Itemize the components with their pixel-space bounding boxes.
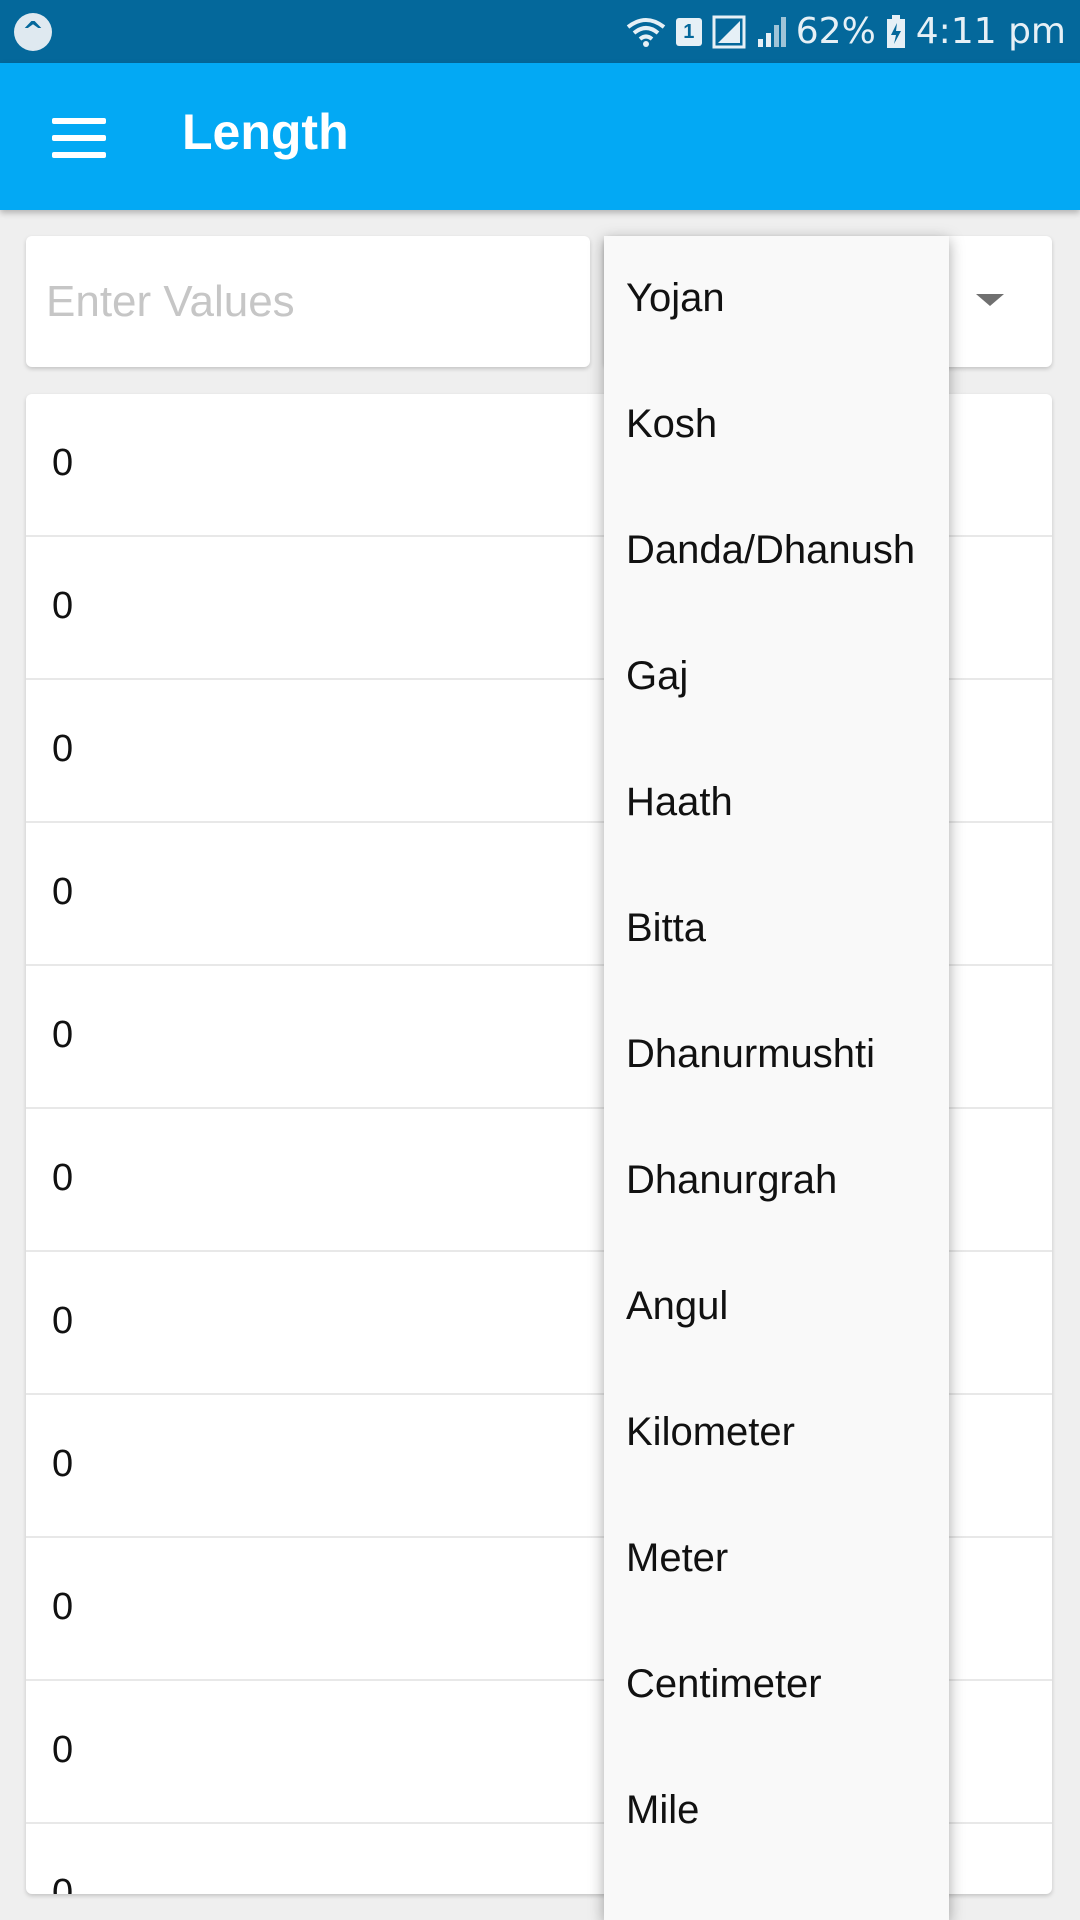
dropdown-option-label: Danda/Dhanush xyxy=(626,528,916,572)
result-value: 0 xyxy=(52,1300,74,1342)
dropdown-option-label: Kosh xyxy=(626,402,718,446)
page-title: Length xyxy=(182,104,349,160)
dropdown-option-label: Meter xyxy=(626,1536,729,1580)
dropdown-option-label: Yojan xyxy=(626,276,725,320)
result-value: 0 xyxy=(52,585,74,627)
result-value: 0 xyxy=(52,1157,74,1199)
sim-icon: 1 xyxy=(675,17,702,46)
result-value: 0 xyxy=(52,1872,74,1894)
dropdown-caret-icon[interactable] xyxy=(976,294,1004,306)
dropdown-option[interactable]: Centimeter xyxy=(604,1622,949,1748)
signal-icon xyxy=(757,16,786,47)
result-value: 0 xyxy=(52,728,74,770)
dropdown-option[interactable]: Kosh xyxy=(604,362,949,488)
clock: 4:11 pm xyxy=(915,11,1066,52)
signal-icon xyxy=(712,15,746,48)
result-value: 0 xyxy=(52,1586,74,1628)
dropdown-option[interactable]: Haath xyxy=(604,740,949,866)
unit-dropdown-menu[interactable]: Yojan Kosh Danda/Dhanush Gaj Haath Bitta Dhanu… xyxy=(604,236,949,1920)
battery-icon xyxy=(886,14,905,48)
dropdown-option-label: Haath xyxy=(626,780,733,824)
dropdown-option-label: Angul xyxy=(626,1284,729,1328)
app-bar: Length xyxy=(0,63,1080,210)
dropdown-option[interactable]: Danda/Dhanush xyxy=(604,488,949,614)
result-value: 0 xyxy=(52,1729,74,1771)
dropdown-option-label: Dhanurgrah xyxy=(626,1158,838,1202)
dropdown-option-label: Mile xyxy=(626,1788,700,1832)
value-input-card xyxy=(26,236,590,367)
app-notification-icon: ^ xyxy=(14,13,52,51)
battery-percentage: 62% xyxy=(795,11,876,52)
hamburger-menu-icon[interactable] xyxy=(52,118,106,158)
dropdown-option[interactable]: Kilometer xyxy=(604,1370,949,1496)
dropdown-option[interactable]: Gaj xyxy=(604,614,949,740)
dropdown-option[interactable]: Mile xyxy=(604,1748,949,1874)
dropdown-option-label: Gaj xyxy=(626,654,689,698)
status-bar: ^ 1 62% 4:11 pm xyxy=(0,0,1080,63)
dropdown-option-label: Kilometer xyxy=(626,1410,795,1454)
dropdown-option-label: Dhanurmushti xyxy=(626,1032,876,1076)
dropdown-option[interactable]: Bitta xyxy=(604,866,949,992)
result-value: 0 xyxy=(52,442,74,484)
dropdown-option[interactable]: Dhanurmushti xyxy=(604,992,949,1118)
status-icons: 1 62% 4:11 pm xyxy=(616,0,1066,63)
dropdown-option[interactable]: Angul xyxy=(604,1244,949,1370)
wifi-icon xyxy=(626,17,665,47)
dropdown-option[interactable]: Dhanurgrah xyxy=(604,1118,949,1244)
dropdown-option[interactable]: Yojan xyxy=(604,236,949,362)
result-value: 0 xyxy=(52,871,74,913)
dropdown-option[interactable]: Meter xyxy=(604,1496,949,1622)
result-value: 0 xyxy=(52,1443,74,1485)
dropdown-option-label: Centimeter xyxy=(626,1662,822,1706)
value-input[interactable] xyxy=(44,266,568,338)
result-value: 0 xyxy=(52,1014,74,1056)
dropdown-option-label: Bitta xyxy=(626,906,707,950)
